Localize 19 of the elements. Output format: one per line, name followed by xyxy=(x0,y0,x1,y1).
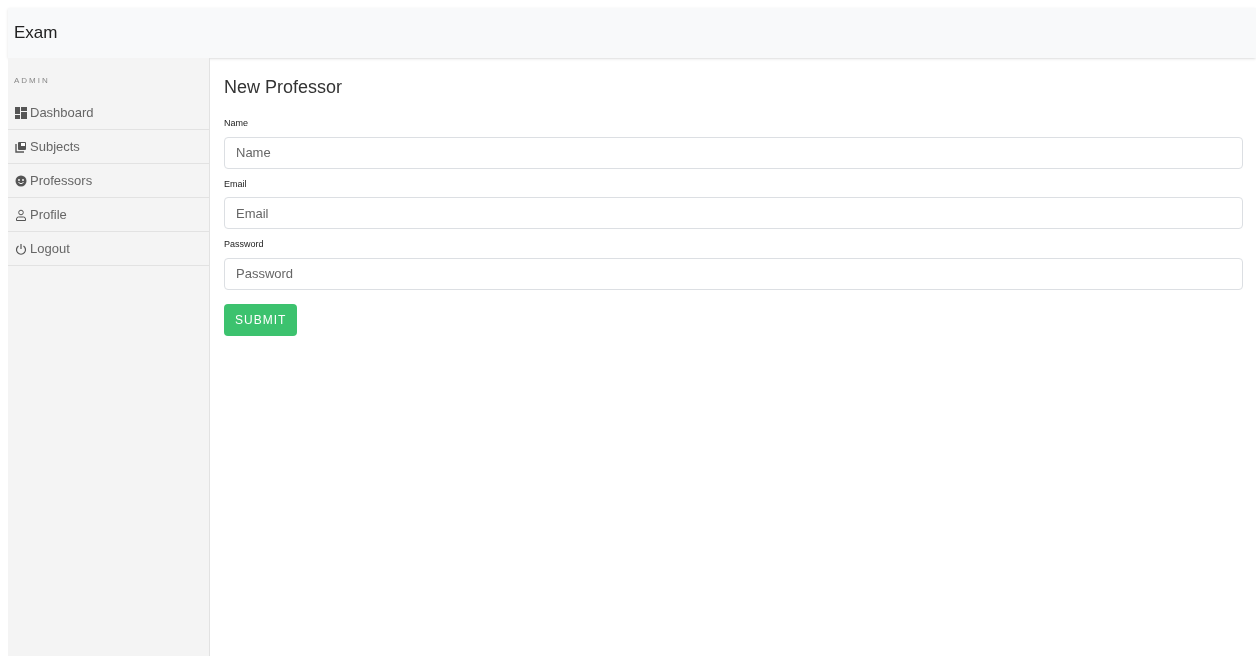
section-label: ADMIN xyxy=(14,76,50,85)
input-field[interactable]: Name xyxy=(224,136,1243,169)
app-title: Exam xyxy=(14,22,58,45)
books-icon xyxy=(15,140,27,153)
sidebar-item[interactable]: Professors xyxy=(8,164,209,198)
sidebar-item[interactable]: Profile xyxy=(8,198,209,232)
field-label: Password xyxy=(224,238,264,251)
face-icon xyxy=(15,174,27,187)
grid-icon xyxy=(15,106,27,119)
sidebar-item[interactable]: Subjects xyxy=(8,130,209,164)
form-title: New Professor xyxy=(224,76,344,99)
sidebar-item[interactable]: Dashboard xyxy=(8,96,209,130)
field-label: Email xyxy=(224,177,247,191)
sidebar-item[interactable]: Logout xyxy=(8,232,209,266)
field-label: Name xyxy=(224,117,248,130)
person-icon xyxy=(15,208,27,221)
input-field[interactable]: Password xyxy=(224,257,1243,290)
power-icon xyxy=(15,242,27,255)
input-field[interactable]: Email xyxy=(224,197,1243,229)
